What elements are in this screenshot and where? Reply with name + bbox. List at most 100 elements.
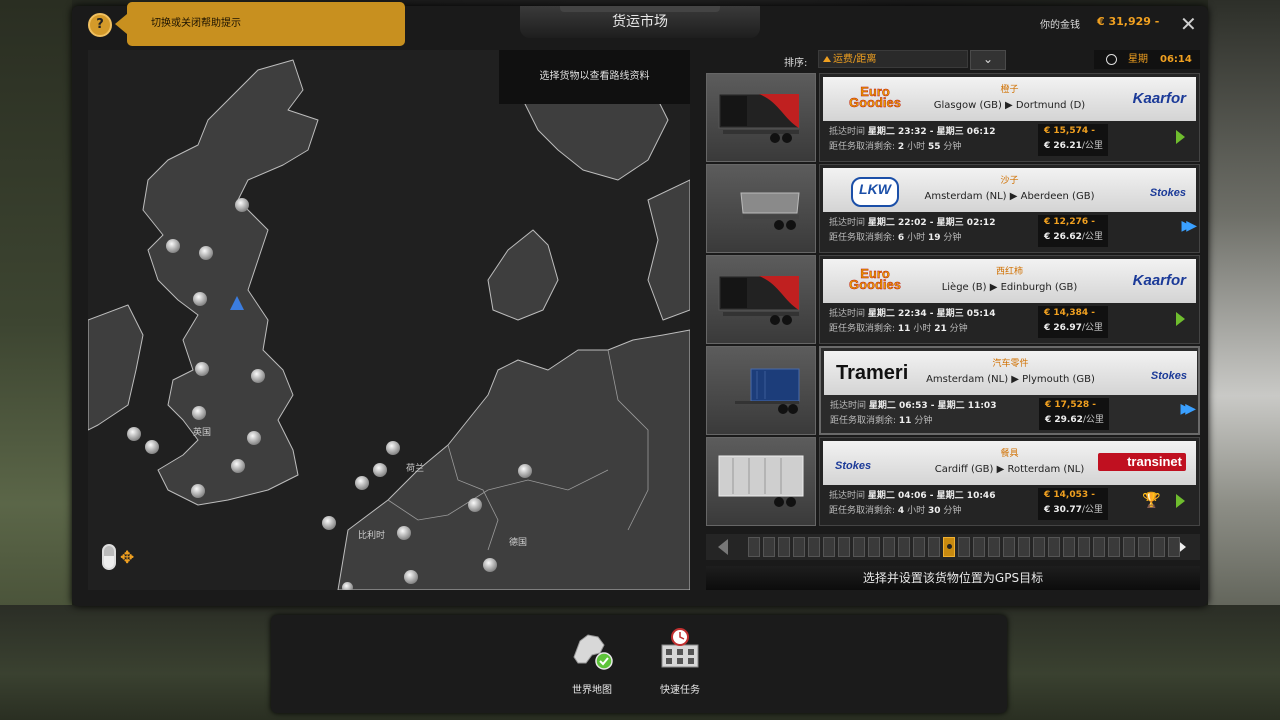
trailer-image [706, 255, 816, 344]
accept-job-arrow-icon[interactable] [1176, 312, 1185, 326]
city-marker[interactable] [518, 464, 532, 478]
city-marker[interactable] [166, 239, 180, 253]
job-card[interactable]: LKW 沙子 Amsterdam (NL) ▶ Aberdeen (GB) Stoke… [819, 164, 1200, 253]
city-marker[interactable] [483, 558, 497, 572]
set-gps-target-button[interactable]: 选择并设置该货物位置为GPS目标 [706, 566, 1200, 590]
job-price: € 14,053 - € 30.77/公里 [1038, 488, 1108, 520]
page-segment[interactable] [838, 537, 850, 557]
job-details: 抵达时间 星期二 23:32 - 星期三 06:12 距任务取消剩余: 2 小时 … [829, 127, 996, 152]
page-segment[interactable] [928, 537, 940, 557]
quick-job-button[interactable]: 快速任务 [645, 627, 715, 696]
trailer-image [706, 164, 816, 253]
page-segment[interactable] [1033, 537, 1045, 557]
page-segment[interactable] [763, 537, 775, 557]
city-marker[interactable] [373, 463, 387, 477]
total-price: € 14,053 - [1044, 490, 1095, 500]
city-marker[interactable] [199, 246, 213, 260]
help-tooltip: 切换或关闭帮助提示 [115, 2, 405, 46]
sort-select[interactable]: 运费/距离 [818, 50, 968, 68]
page-segment[interactable] [898, 537, 910, 557]
job-card[interactable]: Stokes 餐具 Cardiff (GB) ▶ Rotterdam (NL) tra… [819, 437, 1200, 526]
fast-forward-icon[interactable]: ▶▶ [1180, 401, 1195, 417]
city-marker[interactable] [145, 440, 159, 454]
page-segment[interactable] [988, 537, 1000, 557]
destination-company-logo: Kaarfor [1132, 272, 1186, 289]
page-segment[interactable] [943, 537, 955, 557]
trophy-icon: 🏆 [1142, 491, 1161, 509]
city-marker[interactable] [355, 476, 369, 490]
job-card[interactable]: Euro Goodies 橙子 Glasgow (GB) ▶ Dortmund (D… [819, 73, 1200, 162]
page-segment[interactable] [973, 537, 985, 557]
city-marker[interactable] [468, 498, 482, 512]
job-card[interactable]: Trameri 汽车零件 Amsterdam (NL) ▶ Plymouth (GB… [819, 346, 1200, 435]
mouse-icon [102, 544, 116, 570]
city-marker[interactable] [247, 431, 261, 445]
map-label-de: 德国 [509, 538, 528, 548]
city-marker[interactable] [127, 427, 141, 441]
job-row[interactable]: Euro Goodies 西红柿 Liège (B) ▶ Edinburgh (GB… [706, 255, 1200, 344]
page-segment[interactable] [868, 537, 880, 557]
page-segment[interactable] [883, 537, 895, 557]
page-segment[interactable] [1123, 537, 1135, 557]
sort-label: 排序: [784, 58, 808, 69]
page-segment[interactable] [793, 537, 805, 557]
city-marker[interactable] [191, 484, 205, 498]
close-button[interactable]: ✕ [1180, 12, 1197, 36]
page-segment[interactable] [958, 537, 970, 557]
page-segment[interactable] [913, 537, 925, 557]
city-marker[interactable] [322, 516, 336, 530]
job-details: 抵达时间 星期二 22:02 - 星期三 02:12 距任务取消剩余: 6 小时 … [829, 218, 996, 243]
page-segment[interactable] [1003, 537, 1015, 557]
city-marker[interactable] [192, 406, 206, 420]
city-marker[interactable] [342, 582, 353, 590]
page-segment[interactable] [808, 537, 820, 557]
city-marker[interactable] [251, 369, 265, 383]
bottom-dock: 世界地图 快速任务 [271, 615, 1007, 713]
page-segment[interactable] [1018, 537, 1030, 557]
city-marker[interactable] [231, 459, 245, 473]
total-price: € 17,528 - [1045, 400, 1096, 410]
job-details: 抵达时间 星期二 04:06 - 星期二 10:46 距任务取消剩余: 4 小时 … [829, 491, 996, 516]
price-per-km: € 29.62/公里 [1045, 415, 1104, 425]
page-segment[interactable] [823, 537, 835, 557]
chevron-down-icon: ⌄ [982, 52, 994, 66]
job-row[interactable]: Stokes 餐具 Cardiff (GB) ▶ Rotterdam (NL) tra… [706, 437, 1200, 526]
fast-forward-icon[interactable]: ▶▶ [1181, 218, 1196, 234]
page-segment[interactable] [1078, 537, 1090, 557]
route-map[interactable]: 选择货物以查看路线资料 英国 荷兰 比利时 德国 ✥ [88, 50, 690, 590]
page-segment[interactable] [1138, 537, 1150, 557]
page-segment[interactable] [1093, 537, 1105, 557]
page-segment[interactable] [1153, 537, 1165, 557]
city-marker[interactable] [235, 198, 249, 212]
world-map-button[interactable]: 世界地图 [557, 627, 627, 696]
page-segment[interactable] [748, 537, 760, 557]
sort-dropdown-button[interactable]: ⌄ [970, 50, 1006, 70]
trailer-image [706, 73, 816, 162]
page-segment[interactable] [853, 537, 865, 557]
job-row[interactable]: Euro Goodies 橙子 Glasgow (GB) ▶ Dortmund (D… [706, 73, 1200, 162]
destination-company-logo: transinet [1098, 453, 1186, 471]
page-segment[interactable] [1108, 537, 1120, 557]
clock-time: 06:14 [1160, 54, 1192, 65]
city-marker[interactable] [397, 526, 411, 540]
quick-job-label: 快速任务 [660, 685, 700, 696]
page-segment[interactable] [1168, 537, 1180, 557]
city-marker[interactable] [195, 362, 209, 376]
job-details: 抵达时间 星期二 22:34 - 星期三 05:14 距任务取消剩余: 11 小时… [829, 309, 996, 334]
job-row[interactable]: LKW 沙子 Amsterdam (NL) ▶ Aberdeen (GB) Stoke… [706, 164, 1200, 253]
pager-prev-button[interactable] [718, 539, 728, 555]
city-marker[interactable] [193, 292, 207, 306]
city-marker[interactable] [386, 441, 400, 455]
page-segment[interactable] [1063, 537, 1075, 557]
accept-job-arrow-icon[interactable] [1176, 130, 1185, 144]
trailer-image [706, 437, 816, 526]
job-header: Euro Goodies 橙子 Glasgow (GB) ▶ Dortmund (D… [823, 77, 1196, 121]
accept-job-arrow-icon[interactable] [1176, 494, 1185, 508]
job-card[interactable]: Euro Goodies 西红柿 Liège (B) ▶ Edinburgh (GB… [819, 255, 1200, 344]
page-segment[interactable] [1048, 537, 1060, 557]
city-marker[interactable] [404, 570, 418, 584]
destination-company-logo: Stokes [1149, 187, 1186, 199]
help-toggle-button[interactable]: ? [88, 13, 112, 37]
job-row[interactable]: Trameri 汽车零件 Amsterdam (NL) ▶ Plymouth (GB… [706, 346, 1200, 435]
page-segment[interactable] [778, 537, 790, 557]
